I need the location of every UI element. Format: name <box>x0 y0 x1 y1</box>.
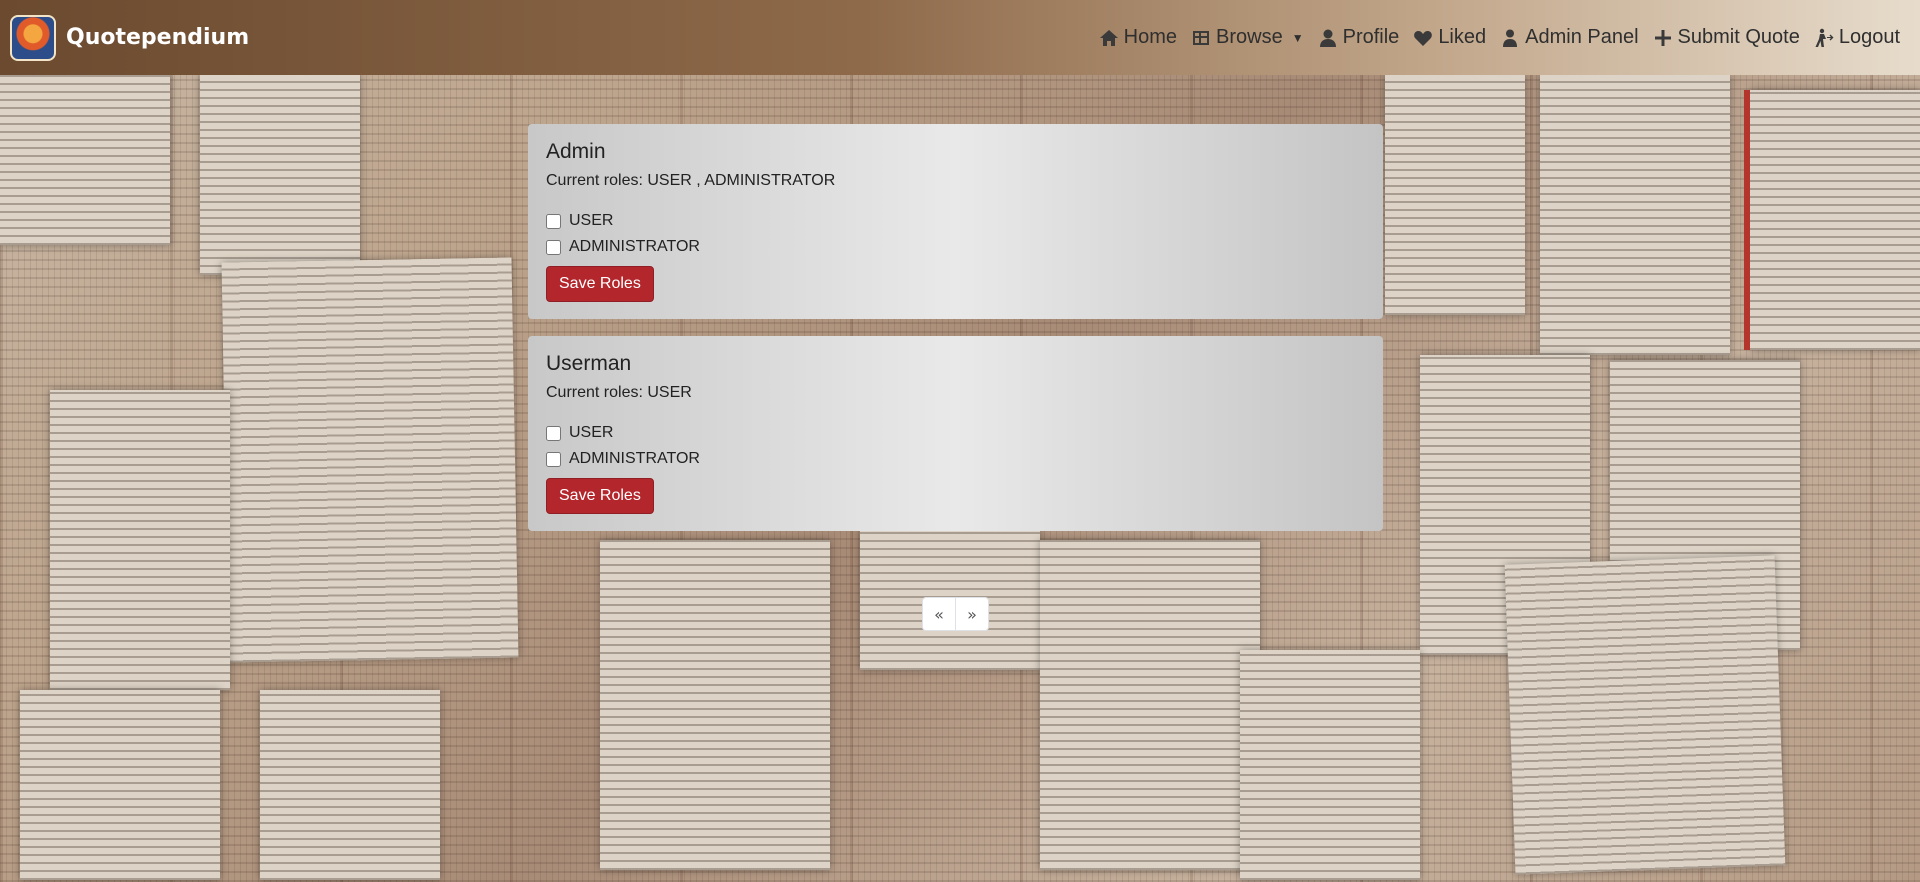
user-role-card: Admin Current roles: USER , ADMINISTRATO… <box>528 124 1383 319</box>
user-name: Admin <box>546 140 606 163</box>
user-shield-icon <box>1503 29 1518 47</box>
nav-browse-label: Browse <box>1216 26 1283 48</box>
home-icon <box>1099 29 1118 46</box>
nav-submit-quote-label: Submit Quote <box>1677 26 1800 48</box>
role-option-label: ADMINISTRATOR <box>569 450 700 467</box>
role-option-user[interactable]: USER <box>546 208 1365 234</box>
nav-profile[interactable]: Profile <box>1318 26 1400 49</box>
role-checkbox-user[interactable] <box>546 213 561 229</box>
nav-browse-dropdown[interactable]: Browse ▼ <box>1191 26 1304 49</box>
role-option-administrator[interactable]: ADMINISTRATOR <box>546 234 1365 260</box>
brand-name: Quotependium <box>66 25 250 50</box>
user-name: Userman <box>546 352 632 375</box>
chevron-down-icon: ▼ <box>1291 30 1304 45</box>
logo-icon <box>10 14 56 61</box>
previous-page-button[interactable]: « <box>922 597 956 631</box>
role-option-administrator[interactable]: ADMINISTRATOR <box>546 446 1365 472</box>
current-roles: Current roles: USER , ADMINISTRATOR <box>546 172 836 189</box>
nav-admin-panel[interactable]: Admin Panel <box>1500 26 1639 49</box>
brand[interactable]: Quotependium <box>10 14 250 61</box>
current-roles: Current roles: USER <box>546 384 692 401</box>
role-checkbox-user[interactable] <box>546 425 561 441</box>
next-page-button[interactable]: » <box>955 597 989 631</box>
person-walking-arrow-icon <box>1815 28 1834 47</box>
nav-admin-panel-label: Admin Panel <box>1525 26 1639 48</box>
nav-liked[interactable]: Liked <box>1413 26 1486 49</box>
navbar: Quotependium Home Browse ▼ Profile Liked… <box>0 0 1920 75</box>
nav-logout-label: Logout <box>1838 26 1900 48</box>
save-roles-button[interactable]: Save Roles <box>546 478 654 514</box>
pagination: « » <box>922 597 989 631</box>
nav-menu: Home Browse ▼ Profile Liked Admin Panel … <box>1099 0 1900 75</box>
nav-liked-label: Liked <box>1438 26 1487 48</box>
role-option-user[interactable]: USER <box>546 420 1365 446</box>
user-icon <box>1319 29 1336 47</box>
heart-icon <box>1414 30 1433 46</box>
table-icon <box>1193 30 1210 45</box>
role-checkbox-administrator[interactable] <box>546 239 561 255</box>
nav-profile-label: Profile <box>1342 26 1400 48</box>
role-checkbox-administrator[interactable] <box>546 451 561 467</box>
save-roles-button[interactable]: Save Roles <box>546 266 654 302</box>
nav-submit-quote[interactable]: Submit Quote <box>1653 26 1800 49</box>
nav-home[interactable]: Home <box>1099 26 1177 49</box>
nav-home-label: Home <box>1123 26 1178 48</box>
nav-logout[interactable]: Logout <box>1814 26 1900 49</box>
plus-icon <box>1654 29 1671 46</box>
role-option-label: USER <box>569 424 614 441</box>
role-option-label: USER <box>569 212 614 229</box>
user-role-card: Userman Current roles: USER USER ADMINIS… <box>528 336 1383 531</box>
role-option-label: ADMINISTRATOR <box>569 238 700 255</box>
